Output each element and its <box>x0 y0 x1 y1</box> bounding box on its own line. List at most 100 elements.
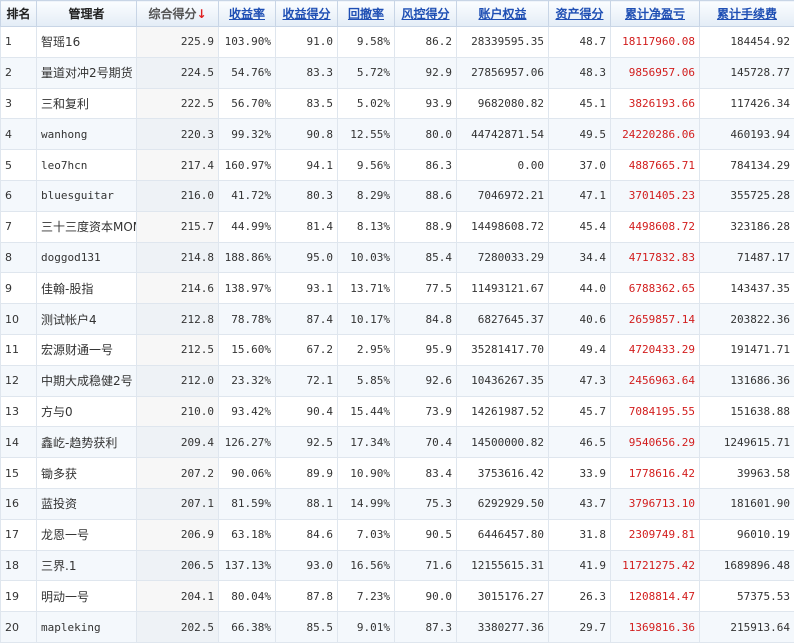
equity-cell: 28339595.35 <box>457 27 549 58</box>
cum-pnl-cell: 4887665.71 <box>611 150 700 181</box>
drawdown-cell: 15.44% <box>338 396 395 427</box>
equity-cell: 6446457.80 <box>457 519 549 550</box>
asset-score-header[interactable]: 资产得分 <box>549 1 611 27</box>
return-score-cell: 84.6 <box>276 519 338 550</box>
manager-name-cell: 锄多获 <box>37 458 137 489</box>
rank-cell: 7 <box>1 211 37 242</box>
cum-fee-cell: 215913.64 <box>700 612 794 643</box>
asset-score-cell: 45.4 <box>549 211 611 242</box>
return-score-cell: 67.2 <box>276 334 338 365</box>
composite-score-cell: 206.5 <box>137 550 219 581</box>
table-body: 1智瑶16225.9103.90%91.09.58%86.228339595.3… <box>1 27 794 643</box>
cum-pnl-cell: 3796713.10 <box>611 488 700 519</box>
table-row: 17龙恩一号206.963.18%84.67.03%90.56446457.80… <box>1 519 794 550</box>
table-row: 1智瑶16225.9103.90%91.09.58%86.228339595.3… <box>1 27 794 58</box>
cum-fee-cell: 57375.53 <box>700 581 794 612</box>
cum-pnl-sort-link[interactable]: 累计净盈亏 <box>625 7 685 21</box>
cum-pnl-cell: 4717832.83 <box>611 242 700 273</box>
asset-score-cell: 49.4 <box>549 334 611 365</box>
return-rate-cell: 99.32% <box>219 119 276 150</box>
drawdown-cell: 9.01% <box>338 612 395 643</box>
drawdown-cell: 9.58% <box>338 27 395 58</box>
manager-name-cell: 智瑶16 <box>37 27 137 58</box>
asset-score-cell: 44.0 <box>549 273 611 304</box>
return-rate-header[interactable]: 收益率 <box>219 1 276 27</box>
return-score-cell: 93.1 <box>276 273 338 304</box>
equity-cell: 10436267.35 <box>457 365 549 396</box>
asset-score-cell: 45.1 <box>549 88 611 119</box>
return-score-cell: 81.4 <box>276 211 338 242</box>
asset-score-cell: 47.1 <box>549 180 611 211</box>
cum-pnl-cell: 11721275.42 <box>611 550 700 581</box>
cum-fee-sort-link[interactable]: 累计手续费 <box>717 7 777 21</box>
return-rate-cell: 93.42% <box>219 396 276 427</box>
return-score-cell: 92.5 <box>276 427 338 458</box>
return-rate-cell: 81.59% <box>219 488 276 519</box>
table-row: 16蓝投资207.181.59%88.114.99%75.36292929.50… <box>1 488 794 519</box>
rank-cell: 5 <box>1 150 37 181</box>
composite-score-cell: 214.6 <box>137 273 219 304</box>
return-score-cell: 87.4 <box>276 304 338 335</box>
return-rate-cell: 78.78% <box>219 304 276 335</box>
composite-score-cell: 210.0 <box>137 396 219 427</box>
return-score-cell: 94.1 <box>276 150 338 181</box>
equity-sort-link[interactable]: 账户权益 <box>478 7 526 21</box>
drawdown-cell: 10.90% <box>338 458 395 489</box>
cum-fee-cell: 460193.94 <box>700 119 794 150</box>
equity-header[interactable]: 账户权益 <box>457 1 549 27</box>
composite-score-cell: 202.5 <box>137 612 219 643</box>
equity-cell: 6292929.50 <box>457 488 549 519</box>
risk-score-cell: 73.9 <box>395 396 457 427</box>
asset-score-cell: 31.8 <box>549 519 611 550</box>
risk-score-cell: 95.9 <box>395 334 457 365</box>
composite-score-header[interactable]: 综合得分↓ <box>137 1 219 27</box>
cum-fee-cell: 184454.92 <box>700 27 794 58</box>
ranking-table: 排名 管理者 综合得分↓ 收益率 收益得分 回撤率 风控得分 账户权益 资产得分… <box>0 0 794 643</box>
return-rate-cell: 138.97% <box>219 273 276 304</box>
equity-cell: 7046972.21 <box>457 180 549 211</box>
cum-pnl-cell: 9856957.06 <box>611 57 700 88</box>
cum-fee-header[interactable]: 累计手续费 <box>700 1 794 27</box>
rank-cell: 15 <box>1 458 37 489</box>
drawdown-header[interactable]: 回撤率 <box>338 1 395 27</box>
drawdown-cell: 13.71% <box>338 273 395 304</box>
manager-name-cell: doggod131 <box>37 242 137 273</box>
cum-fee-cell: 1249615.71 <box>700 427 794 458</box>
return-score-sort-link[interactable]: 收益得分 <box>282 7 330 21</box>
return-score-cell: 91.0 <box>276 27 338 58</box>
risk-score-cell: 84.8 <box>395 304 457 335</box>
manager-name-cell: 蓝投资 <box>37 488 137 519</box>
cum-pnl-cell: 2659857.14 <box>611 304 700 335</box>
drawdown-cell: 16.56% <box>338 550 395 581</box>
asset-score-cell: 41.9 <box>549 550 611 581</box>
risk-score-cell: 86.3 <box>395 150 457 181</box>
rank-cell: 19 <box>1 581 37 612</box>
drawdown-cell: 5.02% <box>338 88 395 119</box>
risk-score-header[interactable]: 风控得分 <box>395 1 457 27</box>
return-score-cell: 72.1 <box>276 365 338 396</box>
manager-name-cell: wanhong <box>37 119 137 150</box>
return-rate-cell: 137.13% <box>219 550 276 581</box>
asset-score-cell: 47.3 <box>549 365 611 396</box>
cum-pnl-header[interactable]: 累计净盈亏 <box>611 1 700 27</box>
table-row: 19明动一号204.180.04%87.87.23%90.03015176.27… <box>1 581 794 612</box>
return-rate-cell: 80.04% <box>219 581 276 612</box>
cum-pnl-cell: 4498608.72 <box>611 211 700 242</box>
table-row: 13方与0210.093.42%90.415.44%73.914261987.5… <box>1 396 794 427</box>
risk-score-sort-link[interactable]: 风控得分 <box>401 7 449 21</box>
equity-cell: 0.00 <box>457 150 549 181</box>
asset-score-sort-link[interactable]: 资产得分 <box>555 7 603 21</box>
equity-cell: 44742871.54 <box>457 119 549 150</box>
return-rate-sort-link[interactable]: 收益率 <box>229 7 265 21</box>
drawdown-sort-link[interactable]: 回撤率 <box>348 7 384 21</box>
drawdown-cell: 10.17% <box>338 304 395 335</box>
drawdown-cell: 9.56% <box>338 150 395 181</box>
drawdown-cell: 7.23% <box>338 581 395 612</box>
composite-score-cell: 217.4 <box>137 150 219 181</box>
return-score-header[interactable]: 收益得分 <box>276 1 338 27</box>
cum-fee-cell: 355725.28 <box>700 180 794 211</box>
risk-score-cell: 75.3 <box>395 488 457 519</box>
rank-cell: 10 <box>1 304 37 335</box>
cum-pnl-cell: 3701405.23 <box>611 180 700 211</box>
manager-name-cell: 方与0 <box>37 396 137 427</box>
